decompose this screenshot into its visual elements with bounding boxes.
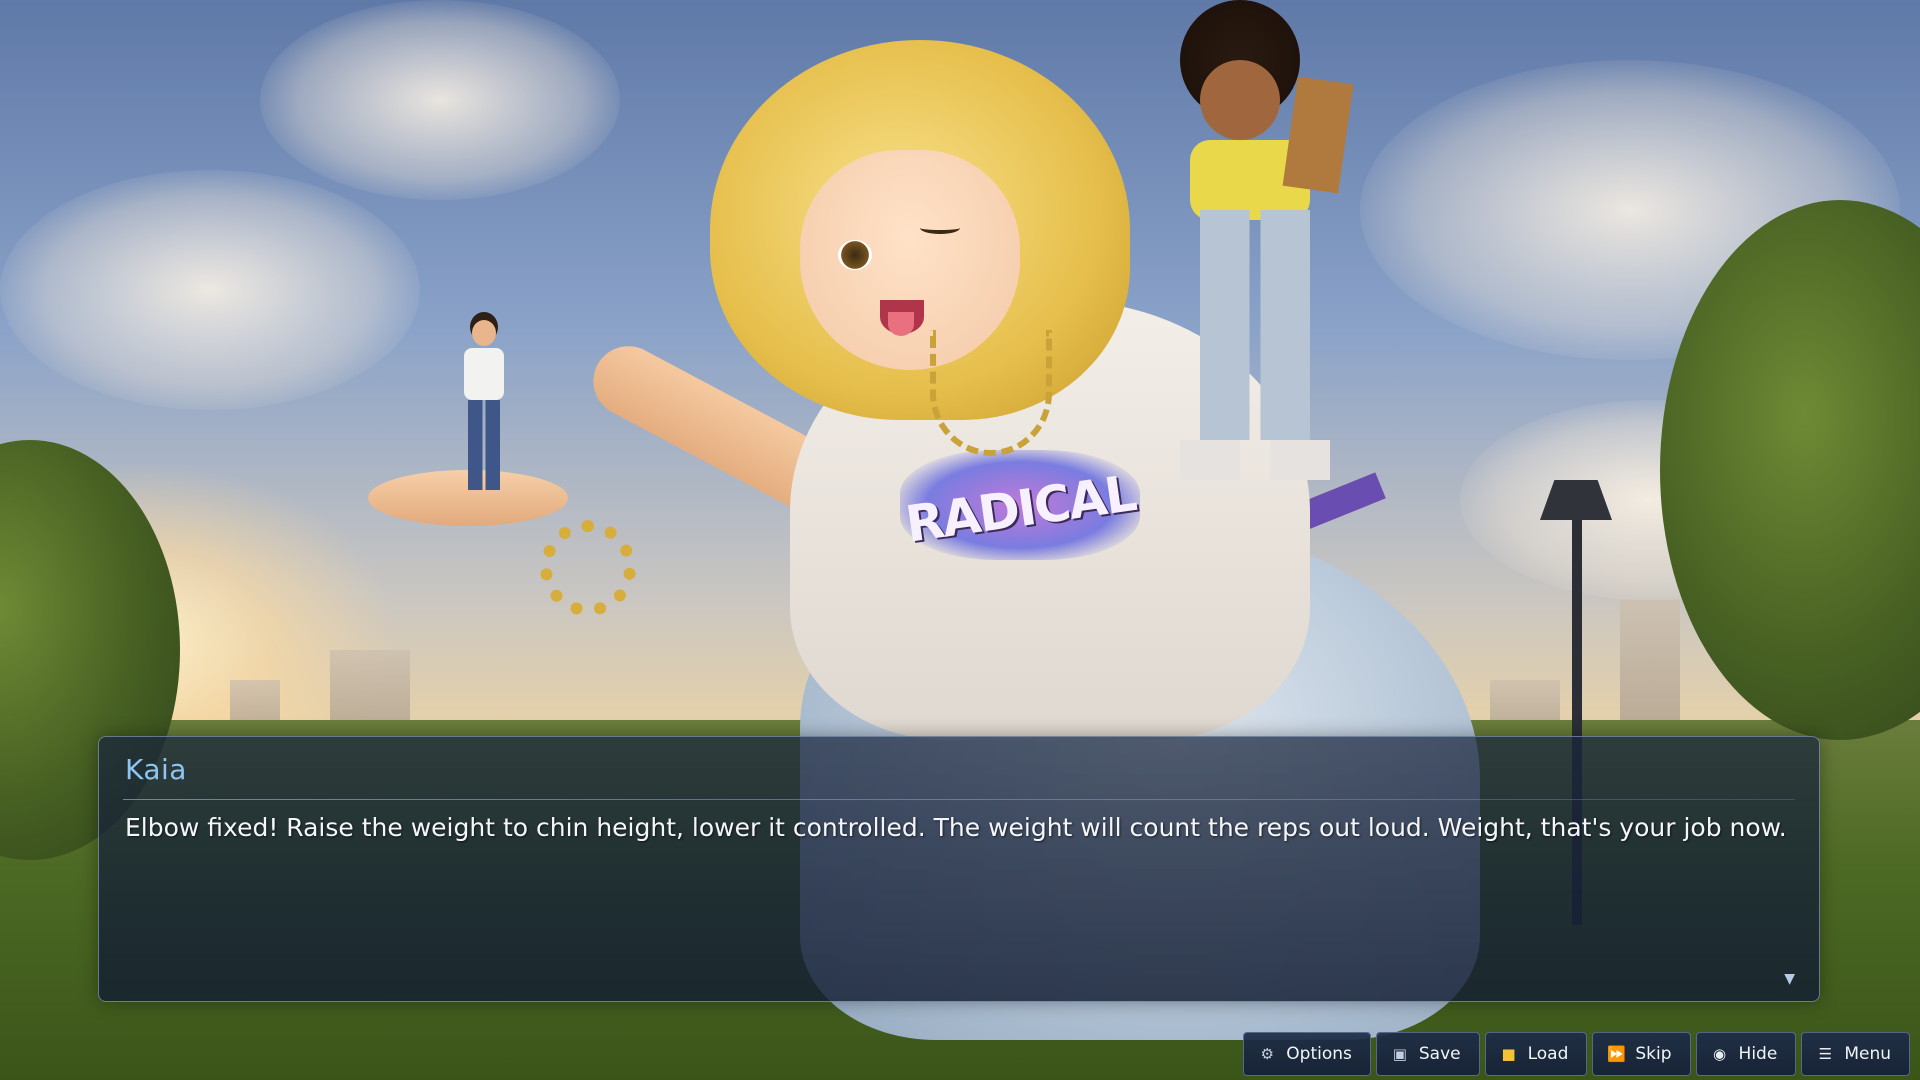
save-button[interactable]: ▣ Save: [1375, 1032, 1480, 1076]
cloud-left: [0, 170, 420, 410]
save-label: Save: [1418, 1044, 1461, 1064]
skip-label: Skip: [1635, 1044, 1672, 1064]
options-label: Options: [1286, 1044, 1352, 1064]
speaker-divider: [123, 799, 1795, 800]
skip-button[interactable]: ⏩ Skip: [1592, 1032, 1691, 1076]
dialogue-box[interactable]: Kaia Elbow fixed! Raise the weight to ch…: [98, 736, 1820, 1002]
dialogue-text: Elbow fixed! Raise the weight to chin he…: [125, 813, 1787, 842]
tiny-character-head: [472, 320, 496, 346]
quick-menu: ⚙ Options ▣ Save ■ Load ⏩ Skip ◉ Hide ☰ …: [1243, 1032, 1910, 1080]
kaia-bracelet: [540, 520, 636, 616]
kaia-winking-eye: [920, 222, 960, 234]
menu-button[interactable]: ☰ Menu: [1801, 1032, 1910, 1076]
tiny-character-shirt: [464, 348, 504, 400]
load-label: Load: [1527, 1044, 1569, 1064]
tiny-character-jeans: [468, 400, 500, 490]
curly-haired-character: [1160, 0, 1380, 520]
clipboard: [1282, 76, 1354, 194]
hamburger-icon: ☰: [1818, 1045, 1833, 1063]
kaia-gold-chain: [930, 330, 1052, 456]
hide-button[interactable]: ◉ Hide: [1695, 1032, 1797, 1076]
sneakers: [1180, 440, 1330, 480]
tiny-character-on-hand: [458, 320, 508, 500]
kaia-open-eye: [838, 240, 872, 270]
gear-icon: ⚙: [1260, 1045, 1274, 1063]
speaker-name: Kaia: [125, 753, 187, 786]
floppy-disk-icon: ▣: [1392, 1045, 1407, 1063]
fast-forward-icon: ⏩: [1607, 1045, 1627, 1063]
cloud-top: [260, 0, 620, 200]
eye-icon: ◉: [1713, 1045, 1727, 1063]
light-jeans: [1200, 210, 1310, 440]
hide-label: Hide: [1738, 1044, 1778, 1064]
kaia-tongue: [888, 312, 914, 336]
folder-icon: ■: [1501, 1045, 1516, 1063]
advance-arrow-icon[interactable]: ▼: [1784, 971, 1795, 987]
curly-character-face: [1200, 60, 1280, 140]
menu-label: Menu: [1844, 1044, 1891, 1064]
building-4: [1620, 600, 1680, 740]
options-button[interactable]: ⚙ Options: [1243, 1032, 1371, 1076]
game-scene[interactable]: RADICAL Kaia Elbow fixed! Raise the weig…: [0, 0, 1920, 1080]
load-button[interactable]: ■ Load: [1484, 1032, 1588, 1076]
